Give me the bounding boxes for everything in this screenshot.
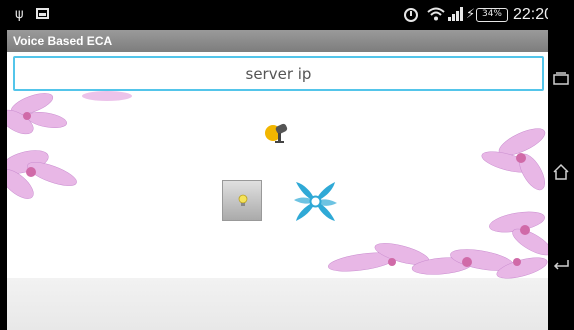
status-bar: ψ ⚡ 34% 22:20 [7,0,553,30]
usb-icon: ψ [15,7,24,22]
server-ip-input[interactable] [13,56,544,91]
navigation-bar [548,0,574,330]
battery-indicator: 34% [476,8,508,22]
back-icon [553,260,569,270]
microphone-icon [265,123,288,143]
light-button[interactable] [222,180,262,221]
app-screen: ψ ⚡ 34% 22:20 Voice Based ECA [0,0,574,330]
recents-icon [553,72,569,85]
bottom-strip [7,278,548,330]
fan-button[interactable] [292,178,339,225]
signal-icon [448,7,464,26]
flower-decoration-top [82,91,132,101]
picture-notification-icon [36,8,49,19]
microphone-button[interactable] [263,116,293,146]
light-bulb-icon [238,194,248,206]
recents-button[interactable] [552,70,570,88]
app-title: Voice Based ECA [13,34,113,48]
left-bezel [0,0,7,330]
flower-decoration-bottom [328,243,548,279]
wifi-icon [427,7,445,26]
flower-decoration-left [7,93,77,199]
main-content [7,52,548,330]
alarm-icon [404,8,418,22]
action-bar: Voice Based ECA [7,30,548,52]
fan-icon [292,178,339,225]
back-button[interactable] [552,254,570,272]
home-icon [553,163,569,180]
home-button[interactable] [552,163,570,181]
charging-icon: ⚡ [466,7,476,22]
